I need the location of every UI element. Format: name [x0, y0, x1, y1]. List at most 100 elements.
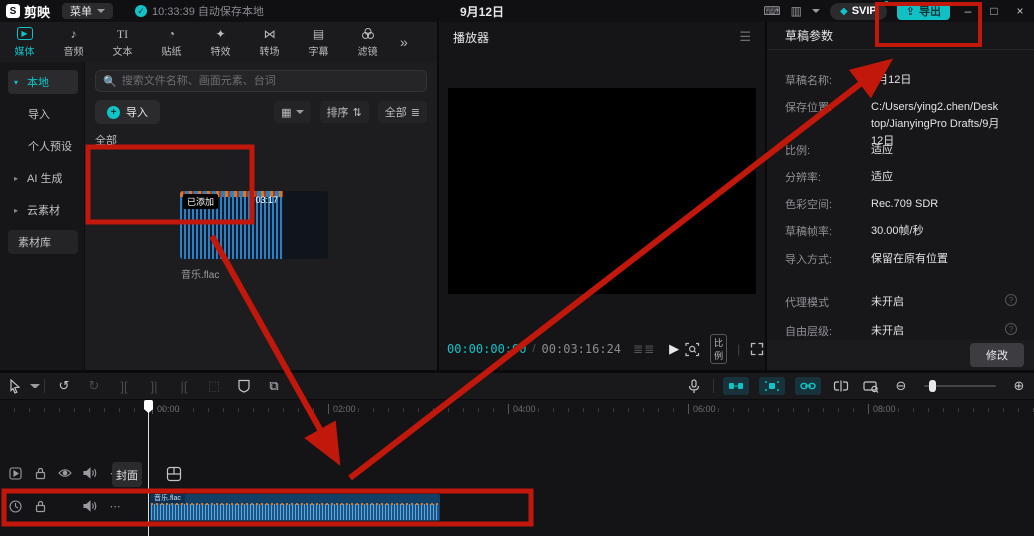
tab-label: 贴纸: [162, 43, 182, 58]
maximize-button[interactable]: □: [986, 4, 1002, 18]
field-value: 未开启: [871, 323, 1001, 340]
video-preview[interactable]: [448, 88, 756, 294]
help-icon[interactable]: ?: [1005, 323, 1017, 335]
more-tabs-button[interactable]: »: [400, 34, 408, 50]
tab-label: 媒体: [15, 43, 35, 58]
speaker-icon[interactable]: [83, 499, 97, 513]
tab-stickers[interactable]: ◔ 贴纸: [147, 27, 196, 58]
tab-transitions[interactable]: ⋈ 转场: [245, 27, 294, 58]
timeline-audio-clip[interactable]: 音乐.flac: [150, 494, 440, 521]
record-voiceover-icon[interactable]: [679, 379, 709, 394]
fullscreen-icon[interactable]: [750, 342, 764, 356]
layout-switch-icon[interactable]: ▥: [791, 4, 802, 18]
sidebar-item-label: 导入: [28, 106, 50, 122]
field-value: 适应: [871, 142, 1001, 159]
delete-left-button[interactable]: ]|: [139, 379, 169, 394]
zoom-in-icon[interactable]: ⊕: [1004, 378, 1034, 394]
sidebar-item-presets[interactable]: 个人预设: [8, 134, 78, 158]
app-name: 剪映: [24, 2, 50, 21]
menu-button[interactable]: 菜单: [62, 3, 113, 19]
sidebar-item-cloud-assets[interactable]: ▸ 云素材: [8, 198, 78, 222]
search-input[interactable]: [122, 75, 419, 87]
field-label: 草稿名称:: [785, 72, 871, 89]
field-value: 保留在原有位置: [871, 251, 1001, 268]
play-button[interactable]: ▶: [669, 341, 679, 357]
delete-button[interactable]: ⬚: [199, 378, 229, 394]
field-value: 适应: [871, 169, 1001, 186]
chevron-down-icon: [97, 9, 105, 13]
import-button[interactable]: + 导入: [95, 100, 160, 124]
clip-name-label: 音乐.flac: [150, 494, 185, 503]
more-options-icon[interactable]: ⋯: [108, 499, 122, 513]
frame-preview-icon[interactable]: ≣≣: [633, 342, 655, 356]
speaker-icon[interactable]: [83, 466, 97, 480]
sort-button[interactable]: 排序 ⇅: [320, 101, 369, 123]
tab-media[interactable]: ▶ 媒体: [0, 27, 49, 58]
zoom-out-icon[interactable]: ⊖: [886, 378, 916, 394]
audio-track-header: ⋯: [8, 499, 122, 513]
time-ruler[interactable]: 00:00 02:00 04:00 06:00 08:00: [0, 400, 1034, 418]
draft-panel-title: 草稿参数: [767, 22, 1034, 50]
view-mode-button[interactable]: ▦: [274, 101, 310, 123]
shortcut-keys-icon[interactable]: ⌨: [763, 4, 780, 18]
mask-icon[interactable]: [229, 379, 259, 393]
document-title: 9月12日: [460, 3, 504, 20]
svip-label: SVIP: [852, 5, 877, 17]
media-item-audio[interactable]: 已添加 03:17: [180, 191, 328, 259]
chevron-down-icon: ▾: [14, 78, 22, 87]
help-icon[interactable]: ?: [1005, 294, 1017, 306]
preview-axis-toggle[interactable]: [795, 377, 821, 395]
timeline-toolbar: ↺ ↻ ][ ]| |[ ⬚ ⧉: [0, 372, 1034, 400]
sidebar-item-asset-library[interactable]: 素材库: [8, 230, 78, 254]
quality-zoom-icon[interactable]: [685, 342, 700, 357]
sidebar-item-label: AI 生成: [27, 170, 62, 186]
tab-filters[interactable]: 滤镜: [343, 27, 392, 58]
magnet-snap-toggle[interactable]: [723, 377, 749, 395]
redo-button[interactable]: ↻: [79, 378, 109, 394]
snapshot-icon[interactable]: ⧉: [259, 378, 289, 394]
close-button[interactable]: ×: [1012, 4, 1028, 18]
effects-icon: ✦: [215, 27, 225, 42]
export-icon: ⇪: [906, 5, 915, 18]
select-tool-chevron-icon[interactable]: [30, 384, 40, 388]
filter-button[interactable]: 全部 ≣: [378, 101, 427, 123]
media-panel: ▶ 媒体 ♪ 音频 TI 文本 ◔ 贴纸 ✦ 特效 ⋈ 转场: [0, 22, 437, 370]
total-timecode: 00:03:16:24: [542, 342, 621, 356]
tab-text[interactable]: TI 文本: [98, 27, 147, 58]
tab-effects[interactable]: ✦ 特效: [196, 27, 245, 58]
export-button[interactable]: ⇪ 导出: [897, 3, 950, 20]
layout-chevron-down-icon[interactable]: [812, 9, 820, 13]
sidebar-item-import[interactable]: 导入: [8, 102, 78, 126]
field-label: 草稿帧率:: [785, 223, 871, 240]
eye-icon[interactable]: [58, 466, 72, 480]
lock-icon[interactable]: [33, 499, 47, 513]
modify-button[interactable]: 修改: [970, 343, 1024, 367]
ratio-button[interactable]: 比例: [710, 334, 727, 364]
minimize-button[interactable]: –: [960, 4, 976, 18]
split-preview-icon[interactable]: [826, 380, 856, 392]
select-tool-button[interactable]: [0, 379, 30, 394]
split-button[interactable]: ][: [109, 379, 139, 394]
svip-button[interactable]: ◆ SVIP: [830, 3, 887, 20]
filter-label: 全部: [385, 104, 407, 120]
tab-label: 转场: [260, 43, 280, 58]
undo-button[interactable]: ↺: [49, 378, 79, 394]
media-item-filename: 音乐.flac: [181, 266, 219, 281]
lock-icon[interactable]: [33, 466, 47, 480]
zoom-slider-handle[interactable]: [929, 380, 936, 392]
cover-button[interactable]: 封面: [112, 462, 142, 487]
tab-label: 滤镜: [358, 43, 378, 58]
tab-captions[interactable]: ▤ 字幕: [294, 27, 343, 58]
timeline-zoom-slider[interactable]: [924, 385, 996, 387]
player-menu-icon[interactable]: ☰: [739, 29, 751, 45]
field-color-space: 色彩空间: Rec.709 SDR: [785, 196, 1025, 213]
video-track-icon: [8, 466, 22, 480]
linkage-toggle[interactable]: [759, 377, 785, 395]
adapt-timeline-icon[interactable]: [856, 380, 886, 393]
player-title: 播放器: [453, 29, 489, 46]
sidebar-item-local[interactable]: ▾ 本地: [8, 70, 78, 94]
delete-right-button[interactable]: |[: [169, 379, 199, 394]
search-box[interactable]: 🔍: [95, 70, 427, 92]
tab-audio[interactable]: ♪ 音频: [49, 27, 98, 58]
sidebar-item-ai-generate[interactable]: ▸ AI 生成: [8, 166, 78, 190]
